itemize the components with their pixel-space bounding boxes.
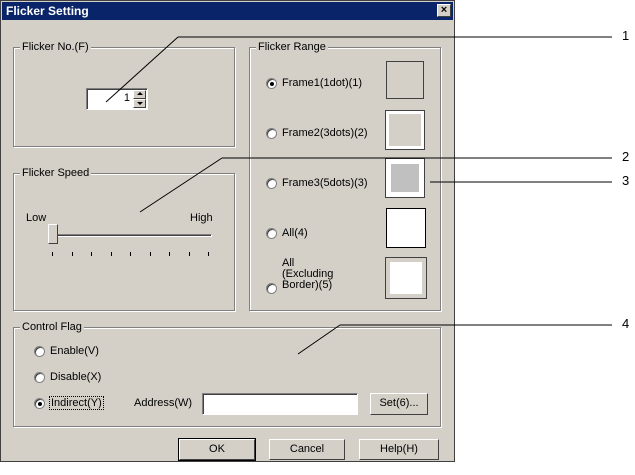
callout-line-4 [297, 324, 341, 355]
callout-3: 3 [622, 173, 630, 188]
callout-2: 2 [622, 149, 630, 164]
callout-line-2 [139, 157, 223, 213]
callout-1: 1 [622, 28, 630, 43]
callout-4: 4 [622, 316, 630, 331]
callout-line-1 [105, 36, 179, 103]
callout-lines [105, 36, 612, 355]
